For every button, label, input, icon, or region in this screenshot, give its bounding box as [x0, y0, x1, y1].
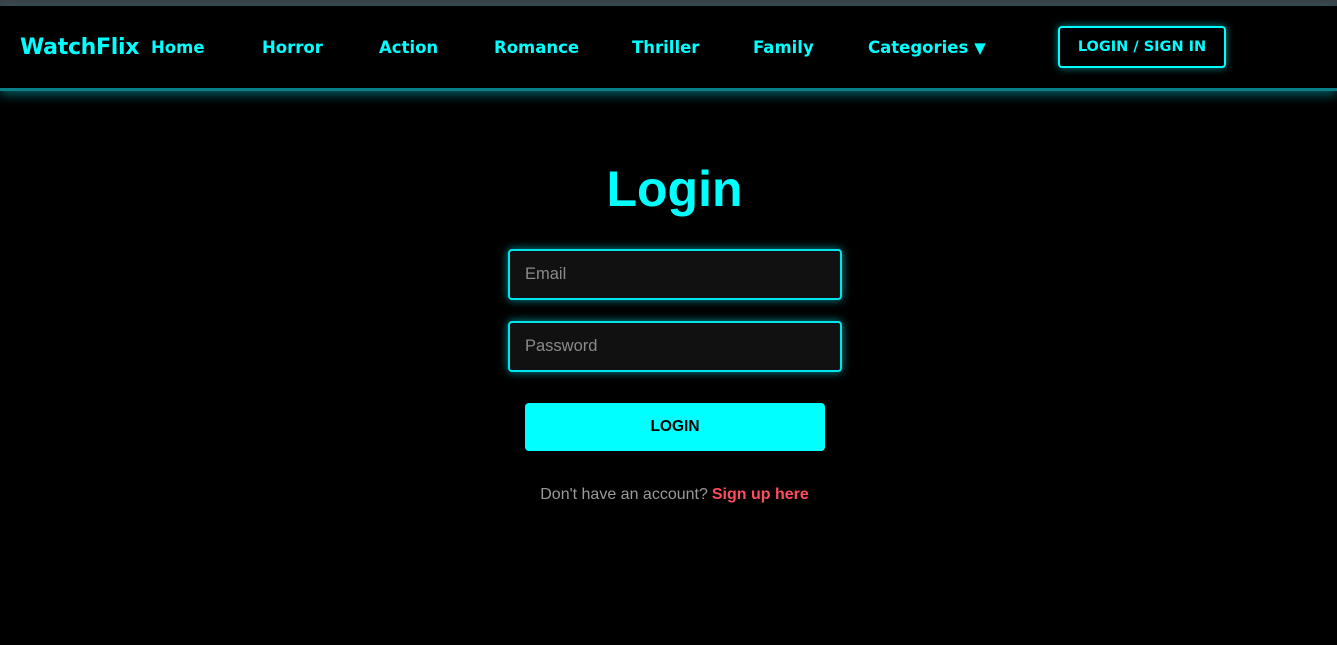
password-input[interactable]	[508, 321, 842, 372]
nav-link-action[interactable]: Action	[379, 38, 438, 57]
login-signin-button[interactable]: LOGIN / SIGN IN	[1058, 26, 1226, 68]
caret-down-icon: ▼	[974, 39, 986, 57]
nav-categories-label: Categories	[868, 38, 969, 57]
nav-dropdown-categories[interactable]: Categories ▼	[868, 38, 986, 57]
signup-prompt-row: Don't have an account? Sign up here	[0, 486, 1337, 504]
nav-link-family[interactable]: Family	[753, 38, 814, 57]
nav-link-home[interactable]: Home	[151, 38, 205, 57]
email-input[interactable]	[508, 249, 842, 300]
nav-link-thriller[interactable]: Thriller	[632, 38, 699, 57]
nav-link-romance[interactable]: Romance	[494, 38, 579, 57]
nav-link-horror[interactable]: Horror	[262, 38, 323, 57]
signup-link[interactable]: Sign up here	[712, 486, 809, 503]
navbar: WatchFlix Home Horror Action Romance Thr…	[0, 6, 1337, 91]
page-title: Login	[606, 161, 743, 217]
signup-prompt-text: Don't have an account?	[540, 486, 708, 503]
brand-logo[interactable]: WatchFlix	[20, 35, 139, 60]
login-submit-button[interactable]: LOGIN	[525, 403, 825, 451]
